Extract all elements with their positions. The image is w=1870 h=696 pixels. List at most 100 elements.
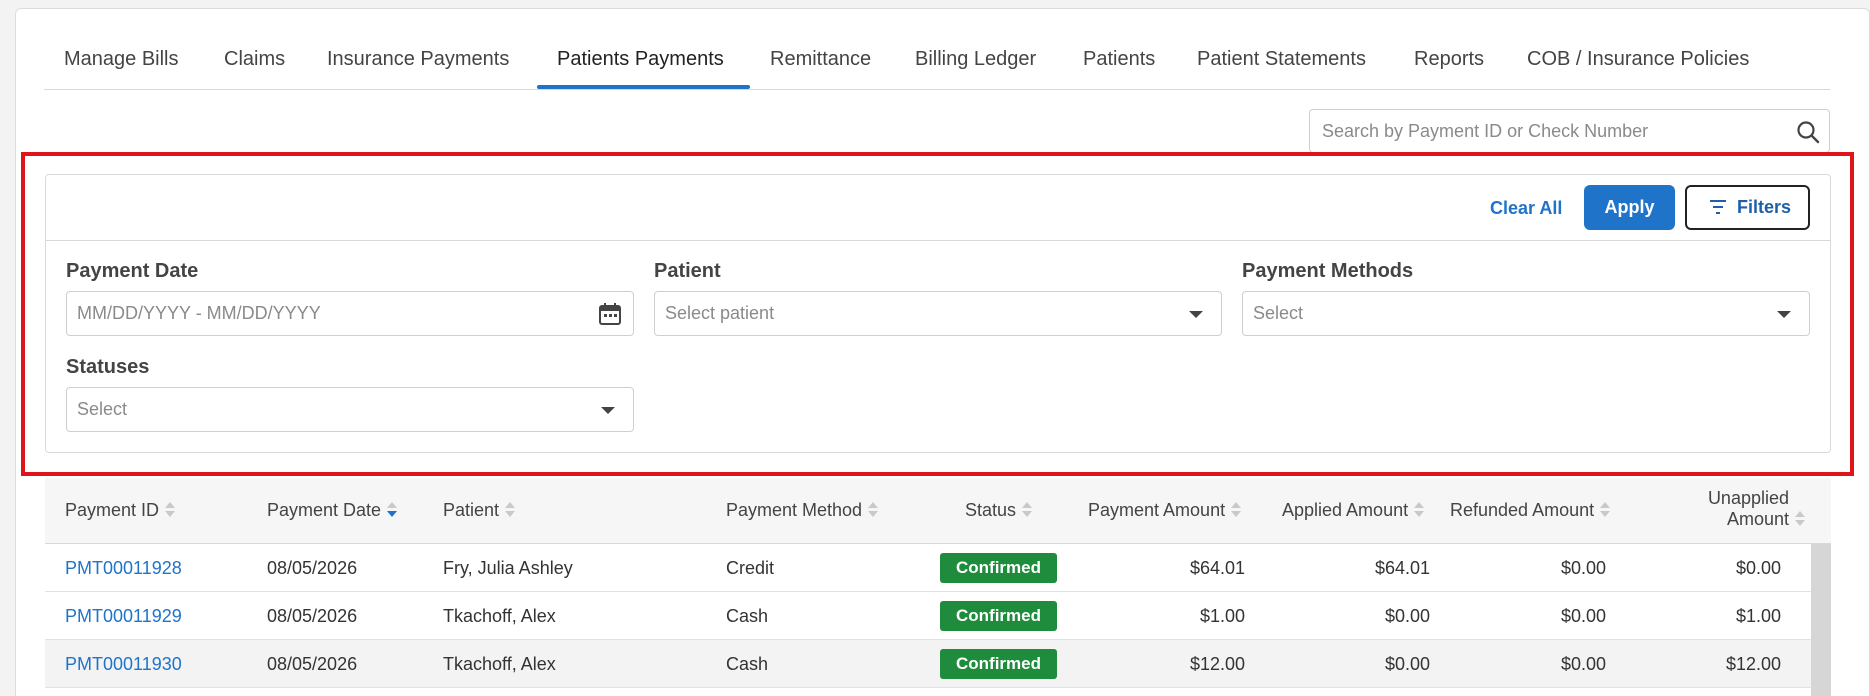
table-header: Payment ID Payment Date Patient Payment …	[45, 478, 1831, 544]
applied-amount-cell: $0.00	[1384, 606, 1430, 626]
payment-date-label: Payment Date	[66, 260, 199, 282]
patient-label: Patient	[654, 260, 721, 282]
statuses-label: Statuses	[66, 356, 150, 378]
col-payment-date-label: Payment Date	[267, 500, 382, 520]
patient-cell: Tkachoff, Alex	[443, 606, 556, 626]
table-scrollbar[interactable]	[1811, 544, 1831, 696]
sort-icon	[1600, 502, 1611, 518]
col-unapplied-amount-line-2: Amount	[1645, 509, 1805, 530]
unapplied-amount-cell: $1.00	[1735, 606, 1781, 626]
unapplied-amount-cell: $12.00	[1725, 654, 1781, 674]
col-payment-method-label: Payment Method	[726, 500, 863, 520]
payment-date-placeholder: MM/DD/YYYY - MM/DD/YYYY	[77, 303, 321, 323]
chevron-down-icon	[1189, 311, 1203, 318]
search-icon[interactable]	[1795, 119, 1821, 145]
payment-date-field[interactable]: MM/DD/YYYY - MM/DD/YYYY	[66, 291, 634, 336]
payment-amount-cell: $64.01	[1189, 558, 1245, 578]
table-row[interactable]: PMT00011928 08/05/2026 Fry, Julia Ashley…	[45, 544, 1811, 592]
tab-insurance-payments[interactable]: Insurance Payments	[327, 30, 509, 90]
payment-method-cell: Credit	[726, 558, 775, 578]
col-unapplied-amount-label-1: Unapplied	[1707, 488, 1789, 508]
payment-amount-cell: $12.00	[1189, 654, 1245, 674]
patient-cell: Fry, Julia Ashley	[443, 558, 573, 578]
payment-id-link[interactable]: PMT00011929	[65, 592, 182, 640]
refunded-amount-cell: $0.00	[1560, 654, 1606, 674]
nav-tabs: Manage Bills Claims Insurance Payments P…	[44, 30, 1830, 90]
patient-placeholder: Select patient	[665, 303, 775, 323]
filters-button[interactable]: Filters	[1685, 185, 1810, 230]
payment-amount-cell: $1.00	[1199, 606, 1245, 626]
payment-methods-select[interactable]: Select	[1242, 291, 1810, 336]
col-unapplied-amount-label-2: Amount	[1726, 509, 1789, 529]
payment-methods-placeholder: Select	[1253, 303, 1304, 323]
patient-select[interactable]: Select patient	[654, 291, 1222, 336]
tab-cob-insurance-policies[interactable]: COB / Insurance Policies	[1527, 30, 1749, 90]
payment-id-link[interactable]: PMT00011930	[65, 640, 182, 688]
search-input[interactable]	[1322, 110, 1782, 152]
tab-manage-bills[interactable]: Manage Bills	[64, 30, 179, 90]
chevron-down-icon	[601, 407, 615, 414]
unapplied-amount-cell: $0.00	[1735, 558, 1781, 578]
payment-methods-label: Payment Methods	[1242, 260, 1414, 282]
table-row[interactable]: PMT00011930 08/05/2026 Tkachoff, Alex Ca…	[45, 640, 1811, 688]
filter-header: Clear All Apply Filters	[46, 175, 1830, 241]
sort-icon	[1022, 502, 1033, 518]
col-payment-method[interactable]: Payment Method	[726, 500, 879, 521]
col-patient-label: Patient	[443, 500, 500, 520]
tab-billing-ledger[interactable]: Billing Ledger	[915, 30, 1036, 90]
tab-claims[interactable]: Claims	[224, 30, 285, 90]
statuses-select[interactable]: Select	[66, 387, 634, 432]
refunded-amount-cell: $0.00	[1560, 606, 1606, 626]
col-refunded-amount-label: Refunded Amount	[1450, 500, 1595, 520]
sort-icon	[1231, 502, 1242, 518]
payments-table: Payment ID Payment Date Patient Payment …	[45, 478, 1831, 696]
active-tab-indicator	[537, 85, 750, 89]
payment-method-cell: Cash	[726, 654, 769, 674]
col-applied-amount[interactable]: Applied Amount	[1282, 500, 1425, 521]
tab-patients[interactable]: Patients	[1083, 30, 1155, 90]
table-row[interactable]: PMT00011929 08/05/2026 Tkachoff, Alex Ca…	[45, 592, 1811, 640]
col-payment-id[interactable]: Payment ID	[65, 500, 176, 521]
payment-date-cell: 08/05/2026	[267, 606, 358, 626]
chevron-down-icon	[1777, 311, 1791, 318]
filter-icon	[1709, 199, 1727, 215]
payment-date-cell: 08/05/2026	[267, 654, 358, 674]
applied-amount-cell: $0.00	[1384, 654, 1430, 674]
clear-all-button[interactable]: Clear All	[1490, 191, 1562, 225]
statuses-placeholder: Select	[77, 399, 128, 419]
col-patient[interactable]: Patient	[443, 500, 516, 521]
patient-cell: Tkachoff, Alex	[443, 654, 556, 674]
tab-reports[interactable]: Reports	[1414, 30, 1484, 90]
col-status[interactable]: Status	[965, 500, 1033, 521]
applied-amount-cell: $64.01	[1374, 558, 1430, 578]
tab-patients-payments[interactable]: Patients Payments	[557, 30, 724, 90]
payment-id-link[interactable]: PMT00011928	[65, 544, 182, 592]
sort-icon	[1414, 502, 1425, 518]
col-payment-amount[interactable]: Payment Amount	[1088, 500, 1242, 521]
sort-icon	[505, 502, 516, 518]
col-payment-date[interactable]: Payment Date	[267, 500, 398, 521]
status-badge: Confirmed	[940, 601, 1057, 631]
payment-method-cell: Cash	[726, 606, 769, 626]
search-box	[1309, 109, 1830, 153]
calendar-icon[interactable]	[597, 301, 623, 327]
sort-desc-icon	[387, 502, 398, 518]
sort-icon	[165, 502, 176, 518]
tab-remittance[interactable]: Remittance	[770, 30, 871, 90]
filter-panel: Clear All Apply Filters Payment Date MM/…	[45, 174, 1831, 453]
sort-icon	[868, 502, 879, 518]
status-badge: Confirmed	[940, 553, 1057, 583]
status-badge: Confirmed	[940, 649, 1057, 679]
col-payment-id-label: Payment ID	[65, 500, 160, 520]
tab-patient-statements[interactable]: Patient Statements	[1197, 30, 1366, 90]
col-payment-amount-label: Payment Amount	[1088, 500, 1226, 520]
sort-icon	[1795, 511, 1805, 527]
col-applied-amount-label: Applied Amount	[1282, 500, 1409, 520]
col-status-label: Status	[965, 500, 1017, 520]
col-refunded-amount[interactable]: Refunded Amount	[1450, 500, 1611, 521]
filters-button-label: Filters	[1737, 197, 1792, 217]
apply-button[interactable]: Apply	[1584, 185, 1675, 230]
col-unapplied-amount[interactable]: Unapplied Amount	[1645, 488, 1805, 530]
refunded-amount-cell: $0.00	[1560, 558, 1606, 578]
payment-date-cell: 08/05/2026	[267, 558, 358, 578]
